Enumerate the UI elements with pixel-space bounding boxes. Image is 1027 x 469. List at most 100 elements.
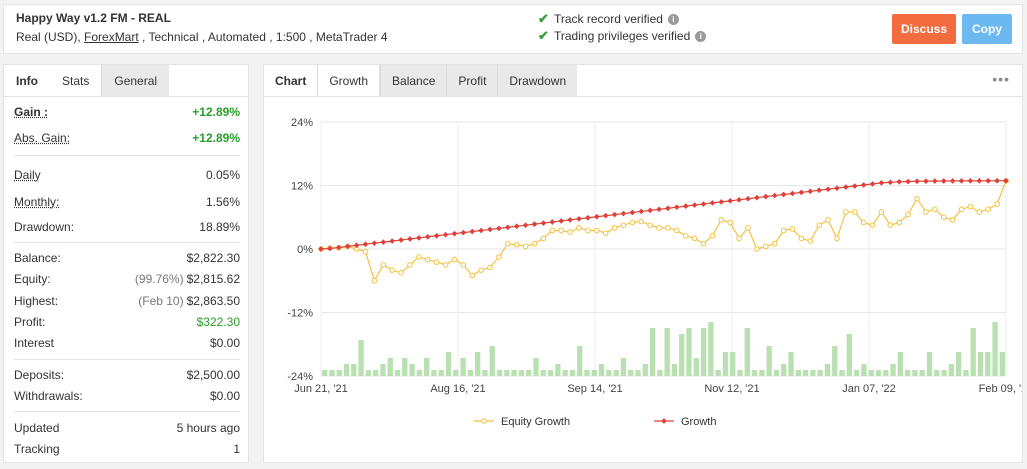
growth-point: [576, 216, 582, 222]
y-tick-label: -24%: [287, 371, 313, 383]
equity-growth-point: [460, 262, 467, 268]
volume-bar: [802, 370, 809, 376]
volume-bar: [336, 370, 342, 376]
volume-bar: [628, 370, 634, 376]
equity-growth-point: [958, 206, 965, 213]
discuss-button[interactable]: Discuss: [892, 14, 956, 44]
monthly-label[interactable]: Monthly:: [14, 195, 59, 209]
withdrawals-label: Withdrawals:: [14, 389, 83, 403]
volume-bar: [977, 352, 984, 376]
equity-growth-point: [940, 214, 947, 221]
growth-point: [789, 190, 796, 197]
x-tick-label: Feb 09, '22: [979, 383, 1022, 395]
equity-growth-point: [727, 219, 734, 226]
growth-point: [504, 224, 511, 231]
monthly-value: 1.56%: [205, 195, 240, 209]
volume-bar: [416, 370, 423, 376]
broker-link[interactable]: ForexMart: [84, 30, 139, 44]
growth-point: [442, 231, 449, 238]
equity-growth-point: [407, 262, 413, 268]
divider: [14, 359, 240, 360]
equity-growth-point: [451, 256, 458, 263]
volume-bar: [708, 322, 714, 376]
equity-growth-point: [380, 262, 387, 268]
volume-bar: [343, 364, 350, 376]
interest-value: $0.00: [209, 336, 240, 350]
legend-label: Equity Growth: [501, 416, 570, 428]
growth-point: [398, 237, 404, 243]
tab-balance[interactable]: Balance: [380, 65, 447, 96]
info-icon[interactable]: i: [667, 13, 679, 25]
check-icon: ✔: [538, 11, 549, 26]
volume-bar: [504, 370, 510, 376]
growth-point: [567, 217, 573, 223]
stat-tracking: Tracking 1: [14, 442, 240, 456]
volume-bar: [518, 370, 525, 376]
equity-growth-point: [487, 264, 493, 271]
equity-growth-point: [505, 240, 511, 247]
volume-bar: [555, 364, 561, 376]
volume-bar: [657, 370, 663, 376]
growth-point: [994, 177, 1000, 184]
volume-bar: [817, 370, 823, 376]
stat-daily: Daily 0.05%: [14, 168, 240, 182]
growth-point: [522, 222, 529, 229]
growth-point: [638, 208, 645, 215]
equity-growth-point: [433, 259, 440, 266]
stat-equity: Equity: (99.76%) $2,815.62: [14, 272, 240, 286]
daily-value: 0.05%: [205, 168, 240, 182]
updated-label: Updated: [14, 421, 60, 435]
track-record-verified: ✔ Track record verified i: [538, 11, 679, 27]
growth-point: [816, 187, 823, 194]
growth-point: [433, 232, 440, 239]
equity-growth-point: [754, 246, 760, 252]
highest-value: $2,863.50: [186, 294, 240, 308]
daily-label[interactable]: Daily: [14, 168, 41, 182]
equity-label: Equity:: [14, 272, 51, 286]
volume-bar: [547, 370, 554, 376]
tab-growth[interactable]: Growth: [317, 65, 381, 96]
volume-bar: [373, 370, 379, 376]
equity-growth-line: [320, 180, 1007, 283]
tab-general[interactable]: General: [101, 65, 170, 96]
abs-gain-label[interactable]: Abs. Gain:: [14, 131, 70, 145]
volume-bar: [533, 358, 539, 376]
growth-point: [611, 211, 618, 218]
divider: [14, 411, 240, 412]
growth-point: [878, 180, 885, 186]
volume-bar: [730, 352, 736, 376]
stat-balance: Balance: $2,822.30: [14, 251, 240, 265]
tracking-label: Tracking: [14, 442, 60, 456]
account-type: Real (USD),: [16, 30, 85, 44]
stat-deposits: Deposits: $2,500.00: [14, 368, 240, 382]
tab-stats[interactable]: Stats: [50, 65, 101, 96]
volume-bar: [875, 370, 882, 376]
x-tick-label: Jun 21, '21: [294, 383, 347, 395]
growth-point: [496, 225, 502, 232]
equity-growth-point: [851, 209, 858, 215]
volume-bar: [912, 370, 918, 376]
equity-growth-point: [887, 222, 894, 228]
growth-point: [558, 218, 565, 224]
info-icon[interactable]: i: [695, 30, 707, 42]
growth-point: [629, 209, 636, 216]
growth-point: [478, 227, 484, 234]
balance-label: Balance:: [14, 251, 61, 265]
tab-info[interactable]: Info: [4, 65, 50, 96]
volume-bar: [904, 370, 911, 376]
divider: [14, 242, 240, 243]
growth-point: [531, 221, 538, 227]
growth-point: [949, 178, 956, 184]
account-header: Happy Way v1.2 FM - REAL Real (USD), For…: [3, 4, 1023, 54]
volume-bar: [679, 334, 685, 376]
gain-label[interactable]: Gain :: [14, 105, 48, 119]
equity-growth-point: [976, 209, 983, 215]
tab-chart[interactable]: Chart: [264, 65, 317, 96]
growth-point: [424, 234, 431, 240]
tab-drawdown[interactable]: Drawdown: [497, 65, 578, 96]
equity-growth-point: [896, 219, 903, 226]
copy-button[interactable]: Copy: [962, 14, 1012, 44]
y-tick-label: 12%: [291, 181, 313, 193]
ellipsis-icon[interactable]: •••: [992, 71, 1010, 87]
tab-profit[interactable]: Profit: [446, 65, 498, 96]
